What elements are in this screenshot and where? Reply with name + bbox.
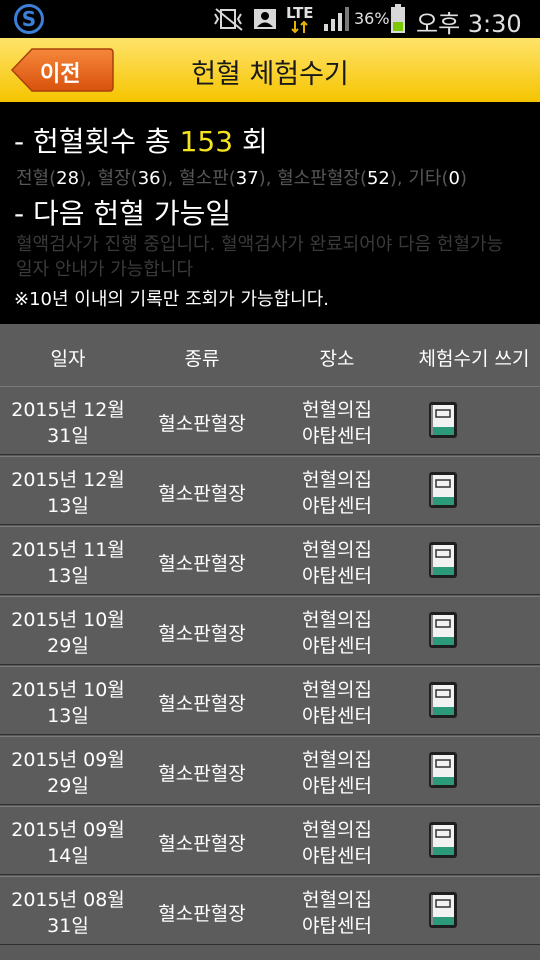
table-row: 2015년 08월 31일 혈소판혈장 헌혈의집 야탑센터 xyxy=(0,876,540,945)
row-place: 헌혈의집 야탑센터 xyxy=(302,399,372,447)
row-type: 혈소판혈장 xyxy=(158,623,246,645)
table-row: 2015년 11월 13일 혈소판혈장 헌혈의집 야탑센터 xyxy=(0,526,540,595)
next-donation-title: - 다음 헌혈 가능일 xyxy=(14,197,232,230)
battery-icon xyxy=(391,4,405,33)
clock: 오후 3:30 xyxy=(416,10,522,38)
total-count: 153 xyxy=(179,125,234,158)
row-place: 헌혈의집 야탑센터 xyxy=(302,679,372,727)
row-place: 헌혈의집 야탑센터 xyxy=(302,749,372,797)
row-type: 혈소판혈장 xyxy=(158,833,246,855)
row-date: 2015년 11월 13일 xyxy=(11,539,125,587)
table-row: 2015년 12월 31일 혈소판혈장 헌혈의집 야탑센터 xyxy=(0,386,540,455)
row-date: 2015년 12월 31일 xyxy=(11,399,125,447)
vibrate-mute-icon xyxy=(214,8,243,31)
row-date: 2015년 09월 29일 xyxy=(11,749,125,797)
row-place: 헌혈의집 야탑센터 xyxy=(302,609,372,657)
title-bar: 이전 헌혈 체험수기 xyxy=(0,38,540,103)
column-header-write: 체험수기 쓰기 xyxy=(418,348,530,370)
row-type: 혈소판혈장 xyxy=(158,413,246,435)
column-header-date: 일자 xyxy=(50,348,86,370)
battery-percent: 36% xyxy=(354,9,390,28)
row-place: 헌혈의집 야탑센터 xyxy=(302,469,372,517)
row-type: 혈소판혈장 xyxy=(158,693,246,715)
row-date: 2015년 10월 13일 xyxy=(11,679,125,727)
app-logo-icon: S xyxy=(14,4,44,34)
row-place: 헌혈의집 야탑센터 xyxy=(302,539,372,587)
next-donation-message: 혈액검사가 진행 중입니다. 혈액검사가 완료되어야 다음 헌혈가능일자 안내가… xyxy=(16,234,504,280)
signal-strength-icon xyxy=(324,7,349,31)
row-type: 혈소판혈장 xyxy=(158,903,246,925)
donation-summary-panel: - 헌혈횟수 총 153 회 전혈(28), 혈장(36), 혈소판(37), … xyxy=(0,102,540,324)
status-bar: S LTE 36% 오후 3:30 xyxy=(0,0,540,38)
table-row: 2015년 09월 29일 혈소판혈장 헌혈의집 야탑센터 xyxy=(0,736,540,805)
row-date: 2015년 08월 31일 xyxy=(11,889,125,937)
row-type: 혈소판혈장 xyxy=(158,763,246,785)
notebook-icon[interactable] xyxy=(428,471,458,509)
row-date: 2015년 12월 13일 xyxy=(11,469,125,517)
notebook-icon[interactable] xyxy=(428,541,458,579)
row-place: 헌혈의집 야탑센터 xyxy=(302,889,372,937)
notebook-icon[interactable] xyxy=(428,611,458,649)
page-title: 헌혈 체험수기 xyxy=(191,59,349,90)
table-row: 2015년 12월 13일 혈소판혈장 헌혈의집 야탑센터 xyxy=(0,456,540,525)
history-notice: ※10년 이내의 기록만 조회가 가능합니다. xyxy=(14,289,329,310)
image-notification-icon xyxy=(254,9,276,29)
row-date: 2015년 10월 29일 xyxy=(11,609,125,657)
row-place: 헌혈의집 야탑센터 xyxy=(302,819,372,867)
table-row: 2015년 09월 14일 혈소판혈장 헌혈의집 야탑센터 xyxy=(0,806,540,875)
table-header: 일자 종류 장소 체험수기 쓰기 xyxy=(0,324,540,387)
column-header-type: 종류 xyxy=(184,348,220,370)
notebook-icon[interactable] xyxy=(428,751,458,789)
notebook-icon[interactable] xyxy=(428,891,458,929)
row-type: 혈소판혈장 xyxy=(158,483,246,505)
notebook-icon[interactable] xyxy=(428,681,458,719)
notebook-icon[interactable] xyxy=(428,401,458,439)
table-row: 2015년 10월 13일 혈소판혈장 헌혈의집 야탑센터 xyxy=(0,666,540,735)
data-transfer-icon xyxy=(291,20,308,34)
row-date: 2015년 09월 14일 xyxy=(11,819,125,867)
row-type: 혈소판혈장 xyxy=(158,553,246,575)
notebook-icon[interactable] xyxy=(428,821,458,859)
table-row: 2015년 10월 29일 혈소판혈장 헌혈의집 야탑센터 xyxy=(0,596,540,665)
column-header-place: 장소 xyxy=(319,348,355,370)
total-donations: - 헌혈횟수 총 153 회 xyxy=(14,125,268,158)
donation-breakdown: 전혈(28), 혈장(36), 혈소판(37), 혈소판혈장(52), 기타(0… xyxy=(16,168,467,189)
